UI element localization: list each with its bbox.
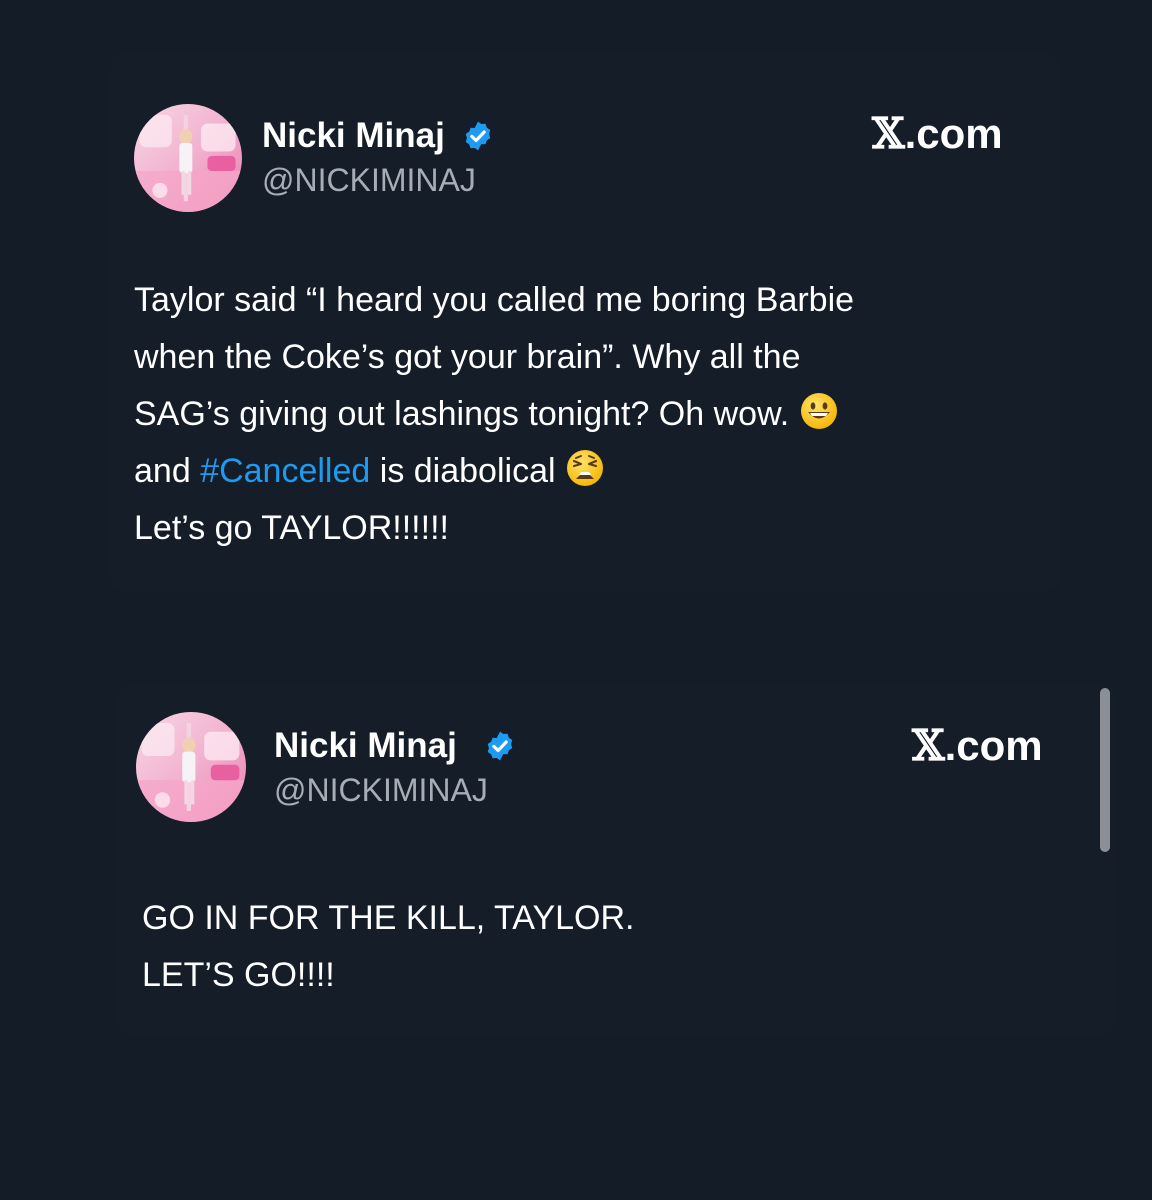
tweet-text-line: when the Coke’s got your brain”. Why all… bbox=[134, 338, 801, 376]
avatar[interactable] bbox=[136, 712, 246, 822]
author-handle[interactable]: @NICKIMINAJ bbox=[262, 162, 476, 198]
weary-face-emoji bbox=[565, 448, 605, 488]
x-com-logo[interactable]: 𝕏.com bbox=[912, 722, 1043, 770]
tweet-card[interactable]: Nicki Minaj @NICKIMINAJ 𝕏.com GO IN FOR … bbox=[116, 684, 1116, 1036]
scrollbar[interactable] bbox=[1100, 688, 1110, 852]
x-logo-icon: 𝕏 bbox=[872, 109, 905, 158]
brand-domain: .com bbox=[944, 722, 1043, 769]
tweet-text-line: Let’s go TAYLOR!!!!!! bbox=[134, 509, 449, 547]
author-name[interactable]: Nicki Minaj bbox=[274, 726, 457, 766]
grinning-face-emoji bbox=[799, 391, 839, 431]
author-name[interactable]: Nicki Minaj bbox=[262, 116, 445, 156]
hashtag-link[interactable]: #Cancelled bbox=[200, 452, 370, 490]
tweet-text: Taylor said “I heard you called me borin… bbox=[134, 272, 854, 557]
x-logo-icon: 𝕏 bbox=[912, 721, 945, 770]
verified-badge-icon bbox=[465, 121, 491, 151]
author-handle[interactable]: @NICKIMINAJ bbox=[274, 772, 488, 808]
tweet-text-line: and #Cancelled is diabolical bbox=[134, 443, 854, 500]
tweet-text-line: SAG’s giving out lashings tonight? Oh wo… bbox=[134, 386, 854, 443]
tweet-text-line: GO IN FOR THE KILL, TAYLOR. bbox=[142, 899, 635, 937]
tweet-text: GO IN FOR THE KILL, TAYLOR. LET’S GO!!!! bbox=[142, 890, 635, 1004]
avatar[interactable] bbox=[134, 104, 242, 212]
verified-badge-icon bbox=[487, 731, 513, 761]
x-com-logo[interactable]: 𝕏.com bbox=[872, 110, 1003, 158]
brand-domain: .com bbox=[904, 110, 1003, 157]
tweet-text-line: Taylor said “I heard you called me borin… bbox=[134, 281, 855, 319]
tweet-card[interactable]: Nicki Minaj @NICKIMINAJ 𝕏.com Taylor sai… bbox=[110, 52, 1060, 592]
tweet-text-line: LET’S GO!!!! bbox=[142, 956, 335, 994]
